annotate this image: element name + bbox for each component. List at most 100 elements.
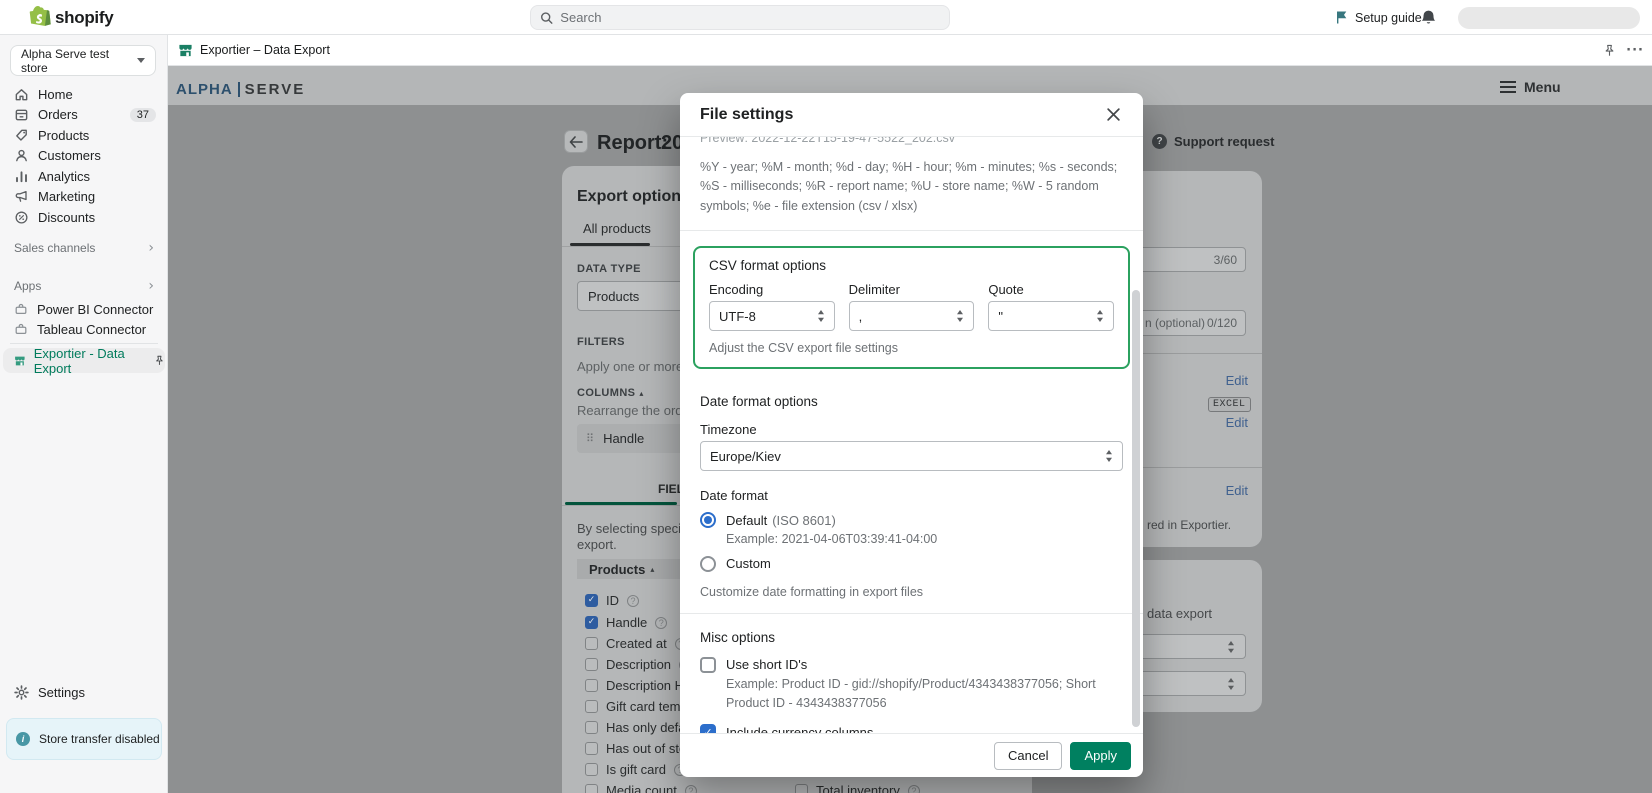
checkbox-row-short-ids[interactable]: Use short ID's (700, 656, 1123, 673)
checkbox-short-ids[interactable] (700, 656, 716, 673)
field-checkbox[interactable] (795, 784, 808, 793)
tag-icon (16, 129, 27, 141)
modal-footer: Cancel Apply (680, 733, 1143, 777)
field-help-icon[interactable]: ? (627, 594, 639, 607)
encoding-value: UTF-8 (719, 308, 756, 324)
sidebar-item-orders[interactable]: Orders 37 (0, 105, 168, 126)
store-switcher[interactable]: Alpha Serve test store (10, 45, 156, 76)
account-menu[interactable] (1458, 7, 1640, 29)
cancel-button[interactable]: Cancel (994, 741, 1063, 770)
quote-select[interactable]: " (988, 301, 1115, 332)
sidebar-item-label: Orders (38, 107, 78, 123)
field-row[interactable]: Media count ? (585, 783, 697, 793)
apply-button[interactable]: Apply (1070, 741, 1131, 770)
sidebar-item-exportier[interactable]: Exportier - Data Export (3, 345, 165, 376)
checkbox-row-currency[interactable]: Include currency columns (700, 724, 1123, 733)
filters-hint: Apply one or more fil (577, 359, 697, 374)
date-section-hint: Customize date formatting in export file… (700, 584, 924, 599)
timezone-select[interactable]: Europe/Kiev (700, 441, 1123, 472)
app-link-label: Tableau Connector (37, 321, 147, 337)
modal-scrollbar-thumb[interactable] (1132, 290, 1140, 727)
close-button[interactable] (1099, 101, 1127, 129)
storefront-icon (14, 354, 26, 368)
hamburger-icon (1500, 78, 1516, 96)
sidebar-item-analytics[interactable]: Analytics (0, 166, 168, 187)
field-checkbox[interactable] (585, 784, 598, 793)
edit-link[interactable]: Edit (1226, 373, 1248, 388)
field-checkbox[interactable] (585, 594, 598, 607)
sidebar-item-marketing[interactable]: Marketing (0, 187, 168, 208)
field-help-icon[interactable]: ? (684, 784, 697, 793)
field-checkbox[interactable] (585, 658, 598, 671)
field-row[interactable]: Has out of stoc (585, 741, 693, 756)
field-help-icon[interactable]: ? (907, 784, 920, 793)
sidebar-section-sales-channels[interactable]: Sales channels › (0, 240, 168, 255)
select-stepper-icon (956, 309, 964, 323)
field-checkbox[interactable] (585, 700, 598, 713)
field-label: Created at (606, 636, 667, 651)
field-checkbox[interactable] (585, 742, 598, 755)
radio-custom[interactable] (700, 555, 716, 572)
search-input[interactable] (560, 10, 940, 25)
pin-icon[interactable] (154, 354, 165, 367)
group-collapse-caret-icon: ▴ (650, 564, 655, 574)
support-request-link[interactable]: ? Support request (1152, 134, 1274, 149)
sidebar-item-discounts[interactable]: Discounts (0, 207, 168, 228)
app-tab-row: Exportier – Data Export ··· (168, 35, 1652, 66)
sidebar-item-home[interactable]: Home (0, 84, 168, 105)
timezone-label: Timezone (700, 422, 757, 438)
field-row[interactable]: Created at ? (585, 636, 687, 651)
select-stepper-icon (817, 309, 825, 323)
data-type-label: DATA TYPE (577, 263, 641, 275)
sidebar-item-tableau-connector[interactable]: Tableau Connector (0, 319, 168, 339)
support-request-label: Support request (1174, 134, 1275, 149)
delimiter-select[interactable]: , (848, 301, 975, 332)
select-stepper-icon (1105, 449, 1113, 463)
sidebar-item-power-bi-connector[interactable]: Power BI Connector (0, 299, 168, 319)
encoding-label: Encoding (709, 282, 764, 298)
edit-link[interactable]: Edit (1226, 483, 1248, 498)
field-checkbox[interactable] (585, 763, 598, 776)
export-options-title: Export options (577, 188, 690, 205)
field-checkbox[interactable] (585, 616, 598, 629)
pin-icon[interactable] (1603, 44, 1616, 57)
radio-row-custom[interactable]: Custom (700, 555, 1123, 572)
storefront-icon (178, 43, 193, 58)
encoding-select[interactable]: UTF-8 (709, 301, 835, 332)
sidebar-item-settings[interactable]: Settings (0, 682, 168, 702)
active-app-label: Exportier - Data Export (33, 345, 125, 376)
field-row[interactable]: ID ? (585, 593, 639, 608)
columns-section-toggle[interactable]: COLUMNS ▴ (577, 387, 643, 399)
app-tab[interactable]: Exportier – Data Export (178, 35, 330, 65)
sidebar-item-customers[interactable]: Customers (0, 146, 168, 167)
overflow-menu-icon[interactable]: ··· (1626, 43, 1644, 58)
field-help-icon[interactable]: ? (655, 616, 668, 629)
filename-preview-text: Preview: 2022-12-22T15-19-47-5522_202.cs… (700, 137, 956, 145)
drag-handle-icon[interactable]: ⠿ (586, 432, 594, 445)
field-checkbox[interactable] (585, 721, 598, 734)
sidebar-section-apps[interactable]: Apps › (0, 278, 168, 293)
back-button[interactable] (564, 130, 588, 153)
global-search[interactable] (530, 5, 950, 30)
field-row[interactable]: Handle ? (585, 615, 668, 630)
home-icon (15, 88, 28, 101)
app-menu-button[interactable]: Menu (1500, 78, 1561, 96)
tab-all-products[interactable]: All products (583, 221, 651, 236)
field-row[interactable]: Description ? (585, 657, 692, 672)
checkbox-currency-columns[interactable] (700, 724, 716, 733)
edit-link[interactable]: Edit (1226, 415, 1248, 430)
field-checkbox[interactable] (585, 679, 598, 692)
store-name: Alpha Serve test store (21, 46, 110, 75)
setup-guide-button[interactable]: Setup guide (1334, 0, 1422, 35)
file-settings-modal: File settings Preview: 2022-12-22T15-19-… (680, 93, 1143, 777)
sidebar-item-products[interactable]: Products (0, 125, 168, 146)
modal-header: File settings (680, 93, 1143, 137)
radio-row-default[interactable]: Default (ISO 8601) (700, 512, 1123, 529)
radio-default-note: (ISO 8601) (772, 512, 836, 528)
field-row[interactable]: Total inventory ? (795, 783, 920, 793)
puzzle-icon (14, 322, 28, 336)
field-row[interactable]: Is gift card ? (585, 762, 686, 777)
radio-default[interactable] (700, 512, 716, 529)
notifications-button[interactable] (1420, 9, 1437, 27)
field-checkbox[interactable] (585, 637, 598, 650)
